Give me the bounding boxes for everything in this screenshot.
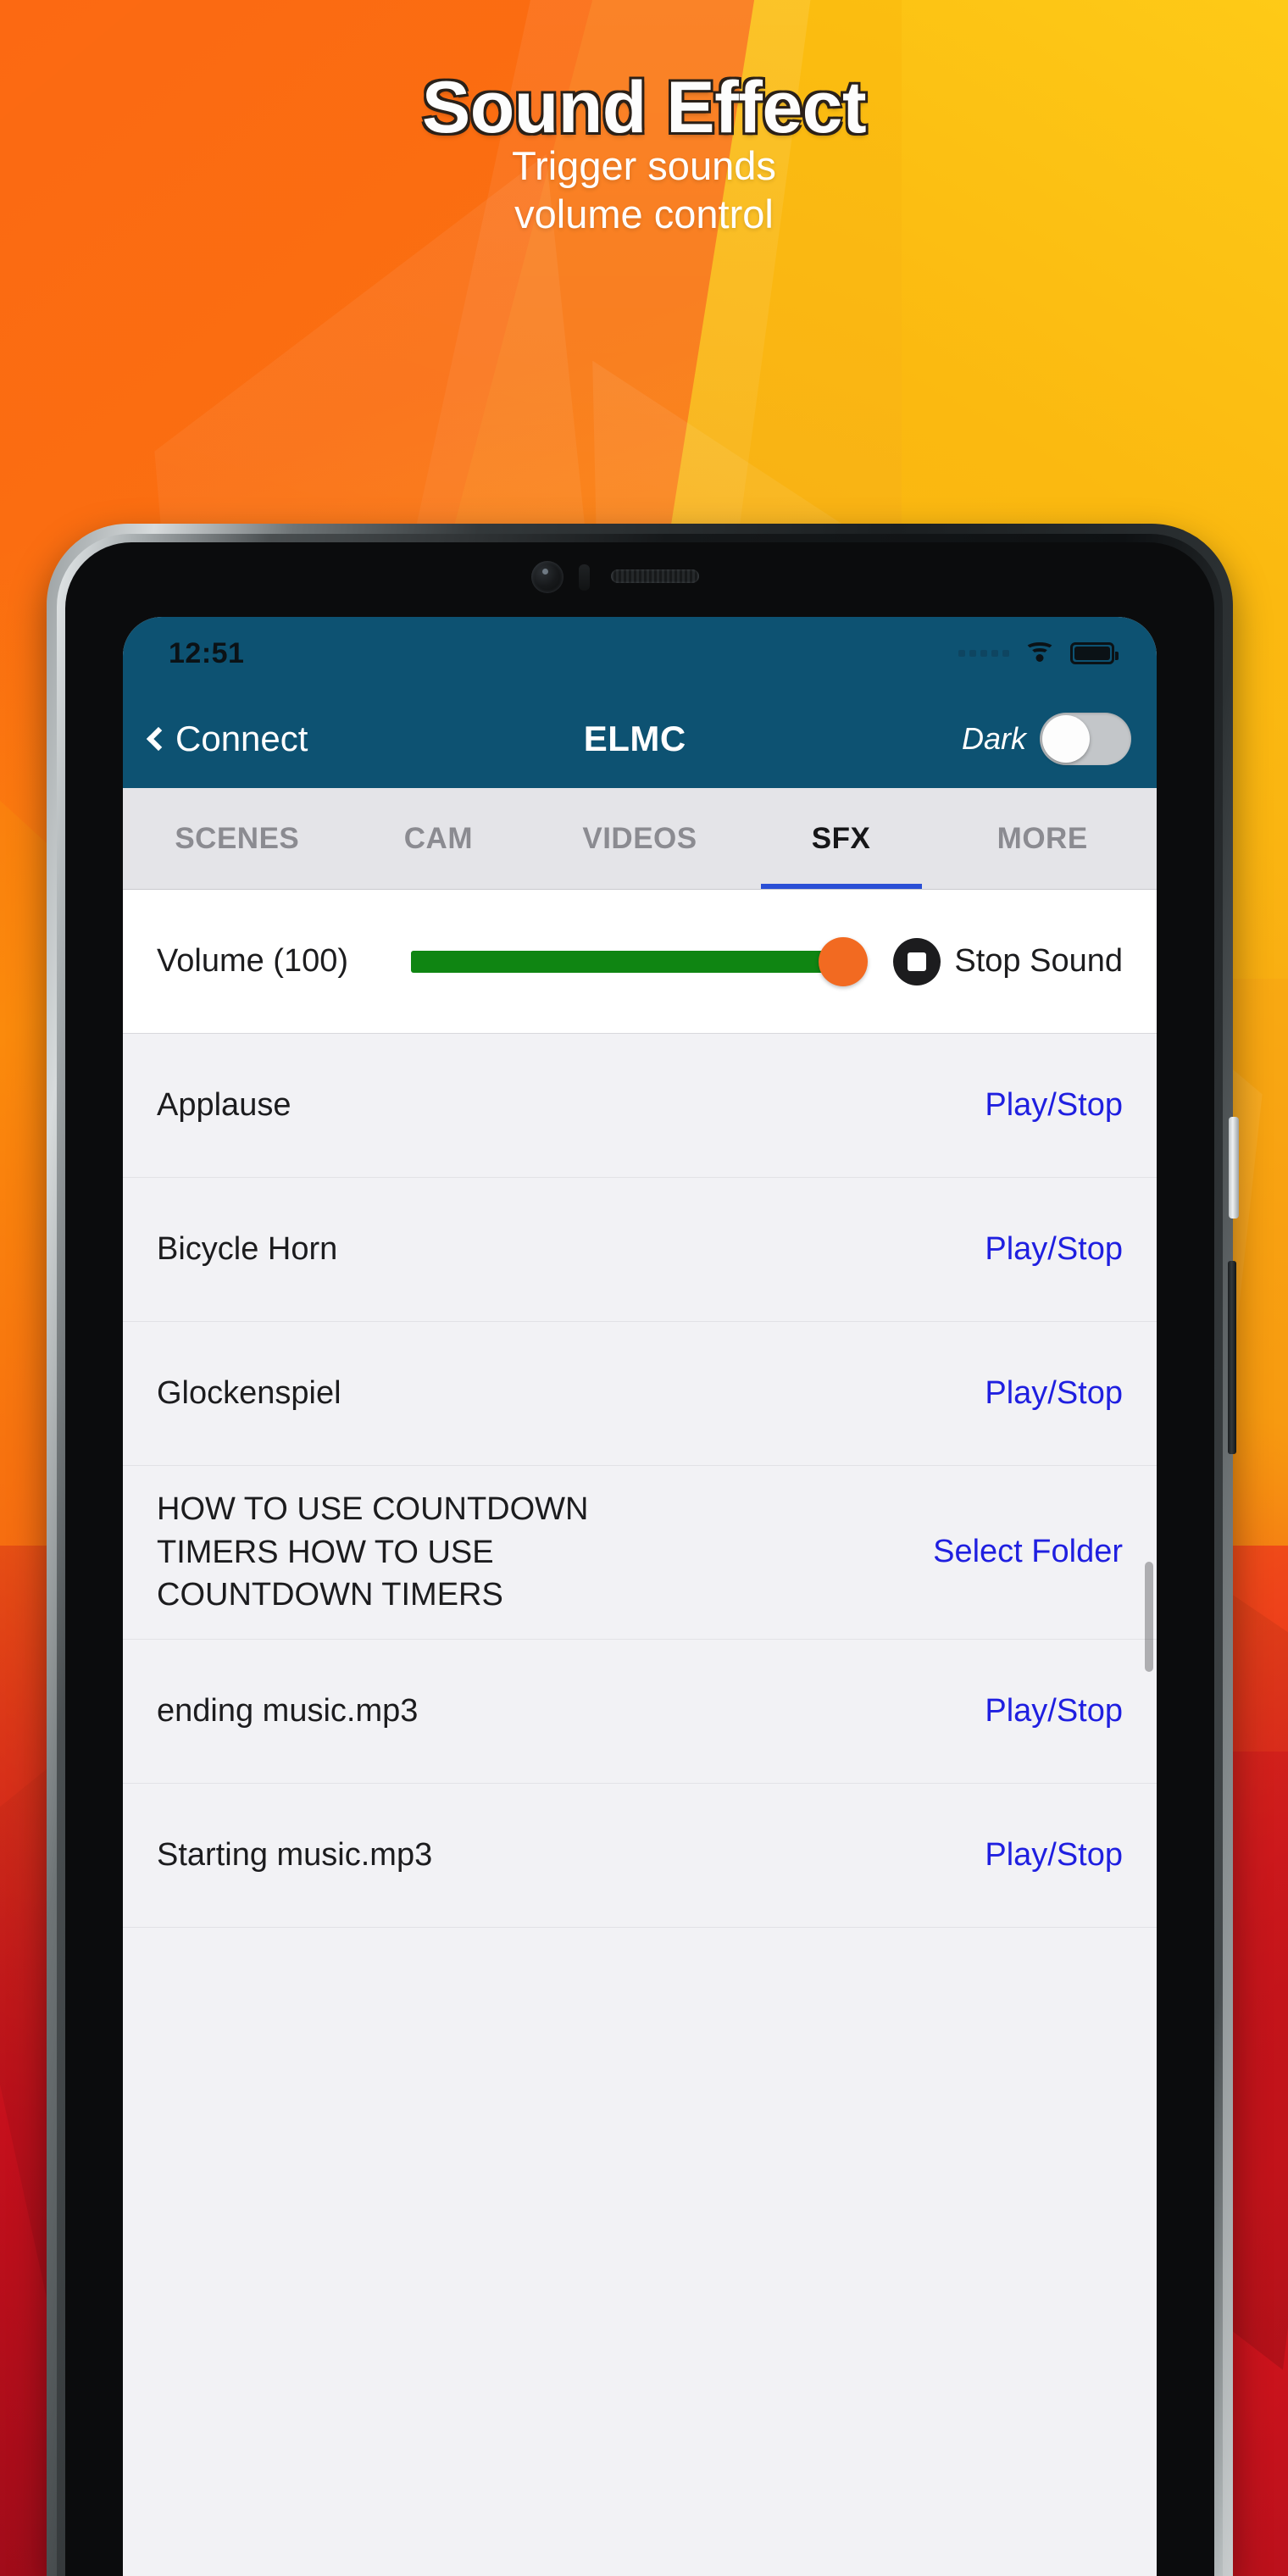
page-title: ELMC — [583, 719, 686, 758]
wifi-icon — [1024, 642, 1055, 664]
play-stop-button[interactable]: Play/Stop — [968, 1693, 1123, 1729]
sound-name: Starting music.mp3 — [157, 1836, 433, 1873]
navigation-bar: Connect ELMC Dark — [123, 690, 1157, 788]
tab-bar: SCENES CAM VIDEOS SFX MORE — [123, 788, 1157, 890]
status-time: 12:51 — [169, 636, 245, 669]
sound-effect-list: Applause Play/Stop Bicycle Horn Play/Sto… — [123, 1034, 1157, 2402]
poster-subtitle-line-1: Trigger sounds — [512, 143, 776, 188]
poster-subtitle-line-2: volume control — [514, 192, 774, 236]
volume-label: Volume (100) — [157, 943, 349, 979]
sound-name: HOW TO USE COUNTDOWN TIMERS HOW TO USE C… — [157, 1491, 589, 1613]
phone-mockup: 12:51 Connect ELMC Dark SCENES CAM VIDEO… — [47, 524, 1239, 2576]
table-row[interactable]: HOW TO USE COUNTDOWN TIMERS HOW TO USE C… — [123, 1466, 1157, 1640]
volume-side-button[interactable] — [1229, 1117, 1239, 1219]
dark-mode-label: Dark — [961, 721, 1026, 756]
tab-cam[interactable]: CAM — [338, 788, 540, 889]
dark-mode-toggle[interactable] — [1039, 713, 1131, 765]
tab-scenes[interactable]: SCENES — [136, 788, 338, 889]
dark-mode-control: Dark — [962, 713, 1131, 765]
play-stop-button[interactable]: Play/Stop — [968, 1837, 1123, 1874]
proximity-sensor-icon — [579, 564, 590, 591]
status-indicators — [958, 642, 1119, 664]
volume-slider[interactable] — [411, 936, 869, 987]
play-stop-button[interactable]: Play/Stop — [968, 1231, 1123, 1268]
stop-sound-label: Stop Sound — [954, 943, 1123, 979]
sound-name: Bicycle Horn — [157, 1231, 338, 1268]
vertical-scrollbar[interactable] — [1145, 1562, 1153, 1672]
volume-row: Volume (100) Stop Sound — [123, 890, 1157, 1034]
play-stop-button[interactable]: Play/Stop — [968, 1375, 1123, 1412]
power-side-button[interactable] — [1228, 1261, 1236, 1454]
status-bar: 12:51 — [123, 617, 1157, 690]
back-button-label: Connect — [175, 719, 308, 758]
table-row[interactable]: ending music.mp3 Play/Stop — [123, 1639, 1157, 1784]
front-camera-icon — [531, 561, 564, 593]
sound-name: Applause — [157, 1087, 291, 1124]
volume-slider-fill — [411, 950, 865, 973]
table-row[interactable]: Glockenspiel Play/Stop — [123, 1322, 1157, 1466]
tab-videos[interactable]: VIDEOS — [539, 788, 741, 889]
battery-full-icon — [1070, 642, 1119, 664]
poster-subtitle: Trigger sounds volume control — [0, 137, 1288, 234]
table-row[interactable]: Applause Play/Stop — [123, 1034, 1157, 1178]
stop-square-icon — [893, 937, 941, 985]
play-stop-button[interactable]: Play/Stop — [968, 1087, 1123, 1124]
phone-screen: 12:51 Connect ELMC Dark SCENES CAM VIDEO… — [123, 617, 1157, 2576]
dark-mode-toggle-knob — [1041, 715, 1090, 763]
tab-more[interactable]: MORE — [941, 788, 1143, 889]
chevron-left-icon — [146, 726, 171, 752]
stop-sound-button[interactable]: Stop Sound — [893, 937, 1123, 985]
sound-name: Glockenspiel — [157, 1375, 341, 1412]
select-folder-button[interactable]: Select Folder — [916, 1534, 1123, 1570]
table-row[interactable]: Starting music.mp3 Play/Stop — [123, 1783, 1157, 1928]
sound-name: ending music.mp3 — [157, 1692, 419, 1729]
signal-dots-icon — [958, 650, 1009, 657]
table-row[interactable]: Bicycle Horn Play/Stop — [123, 1178, 1157, 1322]
earpiece-speaker-icon — [611, 569, 699, 583]
back-button[interactable]: Connect — [140, 719, 308, 759]
tab-sfx[interactable]: SFX — [741, 788, 942, 889]
volume-slider-thumb[interactable] — [819, 936, 869, 986]
list-empty-area — [123, 1927, 1157, 2402]
